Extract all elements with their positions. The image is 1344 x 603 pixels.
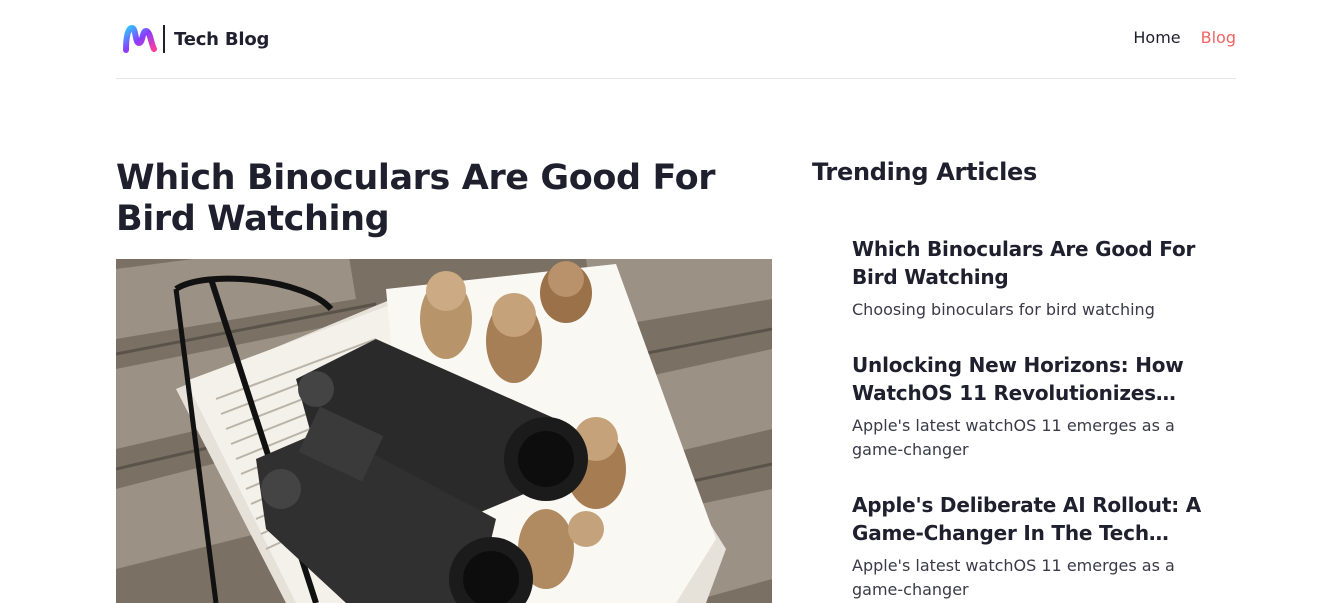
nav-blog-link[interactable]: Blog (1201, 28, 1236, 47)
trending-article-summary: Apple's latest watchOS 11 emerges as a g… (852, 556, 1175, 599)
trending-article-1[interactable]: Which Binoculars Are Good For Bird Watch… (852, 235, 1202, 322)
nav-home-link[interactable]: Home (1133, 28, 1180, 47)
article-title: Which Binoculars Are Good For Bird Watch… (116, 158, 716, 239)
trending-sidebar: Trending Articles Which Binoculars Are G… (812, 158, 1232, 599)
site-header: Tech Blog Home Blog (116, 0, 1236, 79)
binoculars-on-bird-guide-image (116, 259, 772, 603)
trending-article-summary: Choosing binoculars for bird watching (852, 300, 1155, 319)
brand-home-link[interactable]: Tech Blog (123, 22, 269, 56)
trending-article-title[interactable]: Unlocking New Horizons: How WatchOS 11 R… (852, 351, 1202, 407)
trending-title: Trending Articles (812, 158, 1037, 186)
trending-list: Which Binoculars Are Good For Bird Watch… (852, 235, 1202, 603)
brand-divider (163, 25, 165, 53)
brand-name: Tech Blog (174, 28, 270, 50)
main-nav: Home Blog (1133, 28, 1236, 47)
article-hero-image (116, 259, 772, 603)
trending-article-summary: Apple's latest watchOS 11 emerges as a g… (852, 416, 1175, 459)
trending-article-2[interactable]: Unlocking New Horizons: How WatchOS 11 R… (852, 351, 1202, 462)
gradient-m-logo-icon (123, 24, 157, 53)
trending-article-3[interactable]: Apple's Deliberate AI Rollout: A Game-Ch… (852, 491, 1202, 602)
trending-article-title[interactable]: Which Binoculars Are Good For Bird Watch… (852, 235, 1202, 291)
trending-article-title[interactable]: Apple's Deliberate AI Rollout: A Game-Ch… (852, 491, 1202, 547)
